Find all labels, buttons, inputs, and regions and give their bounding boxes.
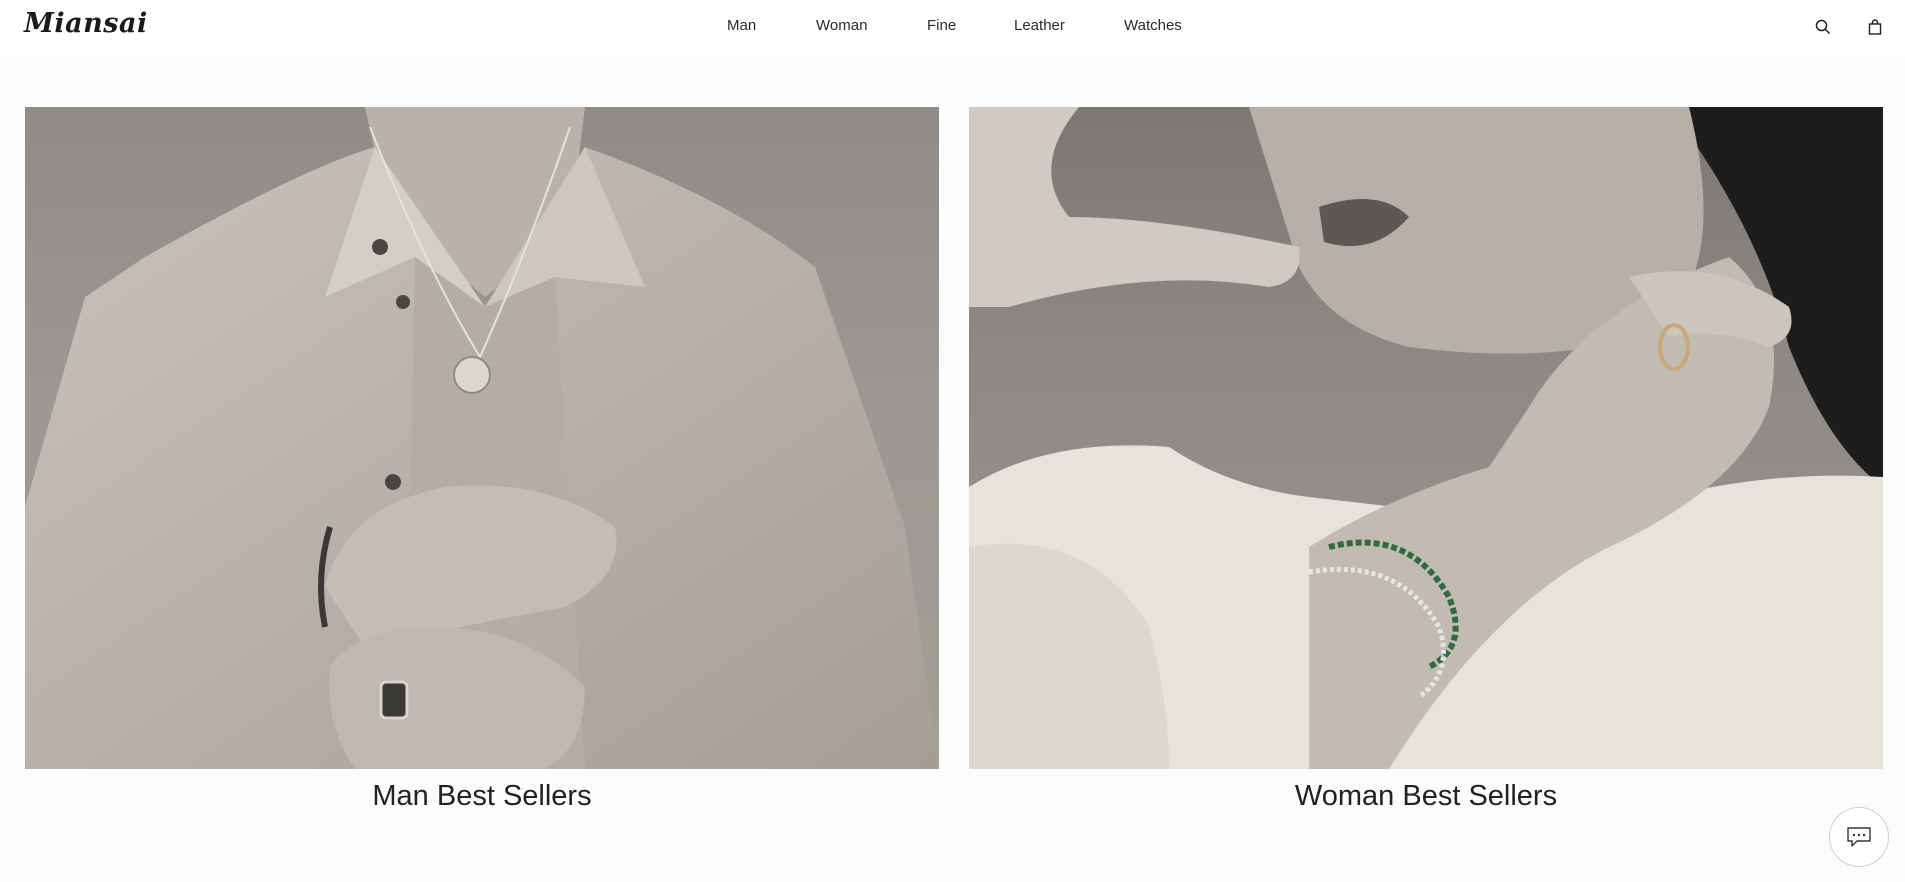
brand-logo[interactable]: Miansai xyxy=(24,8,148,39)
search-icon xyxy=(1815,19,1831,35)
woman-jewelry-photo xyxy=(969,107,1883,769)
man-best-sellers-image[interactable] xyxy=(25,107,939,769)
nav-item-fine[interactable]: Fine xyxy=(927,17,956,34)
chat-icon xyxy=(1847,827,1871,847)
man-best-sellers-caption[interactable]: Man Best Sellers xyxy=(25,780,939,813)
man-jewelry-photo xyxy=(25,107,939,769)
shopping-bag-icon xyxy=(1868,19,1882,35)
chat-button[interactable] xyxy=(1829,807,1889,867)
nav-item-woman[interactable]: Woman xyxy=(816,17,867,34)
woman-best-sellers-caption[interactable]: Woman Best Sellers xyxy=(969,780,1883,813)
nav-item-man[interactable]: Man xyxy=(727,17,756,34)
nav-item-watches[interactable]: Watches xyxy=(1124,17,1182,34)
site-header: Miansai Man Woman Fine Leather Watches xyxy=(0,0,1905,54)
cart-button[interactable] xyxy=(1864,16,1886,38)
search-button[interactable] xyxy=(1812,16,1834,38)
nav-item-leather[interactable]: Leather xyxy=(1014,17,1065,34)
woman-best-sellers-image[interactable] xyxy=(969,107,1883,769)
